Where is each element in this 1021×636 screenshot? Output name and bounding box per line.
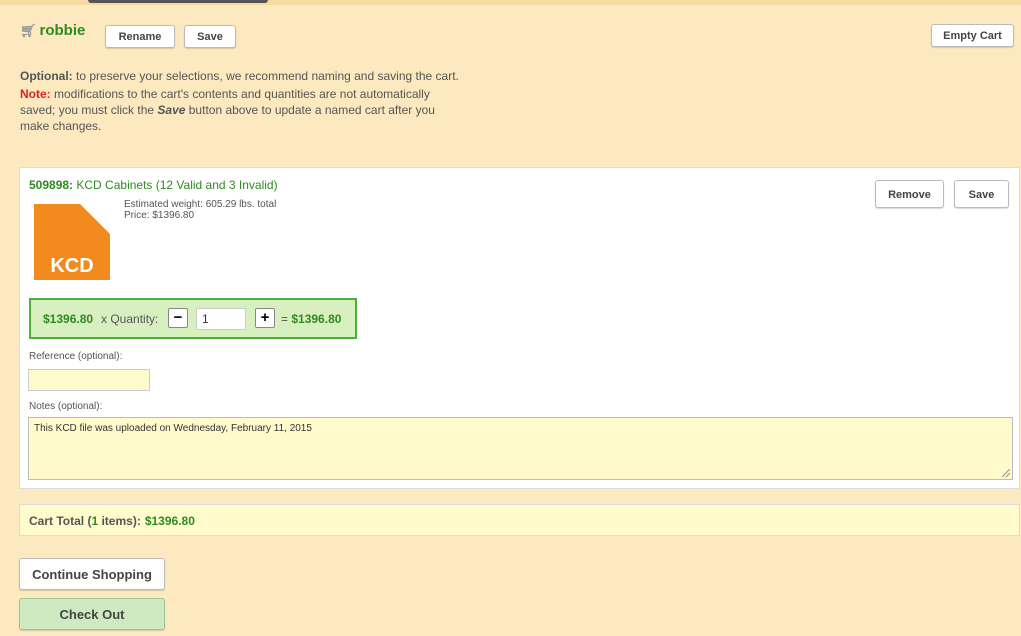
notes-text: This KCD file was uploaded on Wednesday,… bbox=[34, 423, 312, 434]
cart-total-label: Cart Total (1 items): $1396.80 bbox=[29, 514, 195, 528]
item-price: Price: $1396.80 bbox=[124, 210, 195, 221]
quantity-box: $1396.80 x Quantity: − + = $1396.80 bbox=[29, 298, 357, 339]
kcd-logo-text: KCD bbox=[50, 255, 93, 277]
equals-sign: = bbox=[281, 312, 289, 326]
note-label: Note: bbox=[20, 87, 51, 101]
kcd-logo: KCD bbox=[34, 204, 110, 280]
decrease-quantity-button[interactable]: − bbox=[168, 308, 188, 328]
line-total: = $1396.80 bbox=[281, 312, 341, 326]
item-name: KCD Cabinets (12 Valid and 3 Invalid) bbox=[73, 178, 278, 192]
notes-textarea[interactable]: This KCD file was uploaded on Wednesday,… bbox=[28, 417, 1013, 480]
optional-label: Optional: bbox=[20, 69, 73, 83]
empty-cart-button[interactable]: Empty Cart bbox=[931, 24, 1014, 47]
cart-total-value: $1396.80 bbox=[144, 514, 195, 528]
item-id: 509898: bbox=[29, 178, 74, 192]
cart-name: robbie bbox=[39, 22, 86, 39]
cart-total-suffix: items): bbox=[98, 514, 141, 528]
item-title[interactable]: 509898: KCD Cabinets (12 Valid and 3 Inv… bbox=[29, 178, 278, 192]
check-out-button[interactable]: Check Out bbox=[19, 598, 165, 630]
reference-input[interactable] bbox=[28, 369, 150, 391]
notes-label: Notes (optional): bbox=[29, 401, 103, 412]
cart-total-bar: Cart Total (1 items): $1396.80 bbox=[19, 504, 1020, 536]
estimated-weight: Estimated weight: 605.29 lbs. total bbox=[124, 199, 277, 210]
increase-quantity-button[interactable]: + bbox=[255, 308, 275, 328]
shopping-cart-icon: 🛒︎ bbox=[20, 23, 37, 38]
cart-info-text: Optional: to preserve your selections, w… bbox=[20, 68, 460, 134]
item-details: Estimated weight: 605.29 lbs. total Pric… bbox=[124, 199, 276, 221]
save-item-button[interactable]: Save bbox=[954, 180, 1009, 208]
reference-label: Reference (optional): bbox=[29, 351, 123, 362]
line-total-value: $1396.80 bbox=[291, 312, 342, 326]
cart-total-prefix: Cart Total ( bbox=[29, 514, 92, 528]
quantity-input[interactable] bbox=[196, 308, 246, 330]
unit-price: $1396.80 bbox=[43, 312, 94, 326]
resize-grip-icon[interactable] bbox=[1002, 469, 1010, 477]
optional-text: to preserve your selections, we recommen… bbox=[72, 69, 459, 83]
rename-cart-button[interactable]: Rename bbox=[105, 25, 175, 48]
top-strip bbox=[0, 0, 1021, 5]
continue-shopping-button[interactable]: Continue Shopping bbox=[19, 558, 165, 590]
save-cart-button[interactable]: Save bbox=[184, 25, 236, 48]
top-tab-edge bbox=[88, 0, 268, 3]
note-save-word: Save bbox=[157, 103, 186, 117]
cart-item-panel: 509898: KCD Cabinets (12 Valid and 3 Inv… bbox=[19, 167, 1020, 489]
remove-item-button[interactable]: Remove bbox=[875, 180, 944, 208]
cart-name-heading: 🛒︎ robbie bbox=[20, 22, 85, 39]
quantity-label: x Quantity: bbox=[101, 312, 159, 326]
